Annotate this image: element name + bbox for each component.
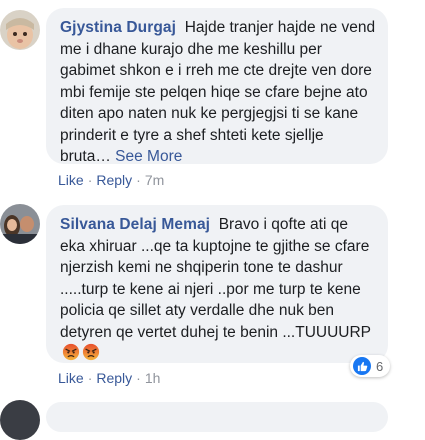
comment-author[interactable]: Silvana Delaj Memaj xyxy=(60,216,210,233)
reply-link[interactable]: Reply xyxy=(96,370,132,386)
like-link[interactable]: Like xyxy=(58,370,84,386)
emoji-group xyxy=(60,343,100,362)
comment-text: Hajde tranjer hajde ne vend me i dhane k… xyxy=(60,19,376,165)
comment-bubble: Silvana Delaj Memaj Bravo i qofte ati qe… xyxy=(46,205,388,363)
like-link[interactable]: Like xyxy=(58,172,84,188)
avatar[interactable] xyxy=(0,400,40,440)
separator: · xyxy=(136,370,141,386)
see-more-link[interactable]: See More xyxy=(115,148,182,165)
comment-timestamp[interactable]: 1h xyxy=(145,370,161,386)
like-reaction-icon xyxy=(353,357,371,375)
reply-link[interactable]: Reply xyxy=(96,172,132,188)
comment-author[interactable]: Gjystina Durgaj xyxy=(60,19,176,36)
angry-face-icon xyxy=(62,343,80,361)
avatar[interactable] xyxy=(0,10,40,50)
reaction-summary[interactable]: 6 xyxy=(350,355,391,377)
comment-timestamp[interactable]: 7m xyxy=(145,172,164,188)
reaction-count: 6 xyxy=(376,358,384,374)
separator: · xyxy=(87,370,93,386)
separator: · xyxy=(87,172,93,188)
comment-actions: Like · Reply · 1h xyxy=(58,370,160,386)
angry-face-icon xyxy=(82,343,100,361)
comment-text: Bravo i qofte ati qe eka xhiruar ...qe t… xyxy=(60,216,371,341)
avatar[interactable] xyxy=(0,204,40,244)
comment-bubble xyxy=(46,402,388,432)
separator: · xyxy=(136,172,141,188)
comment-actions: Like · Reply · 7m xyxy=(58,172,164,188)
comment-bubble: Gjystina Durgaj Hajde tranjer hajde ne v… xyxy=(46,8,388,165)
